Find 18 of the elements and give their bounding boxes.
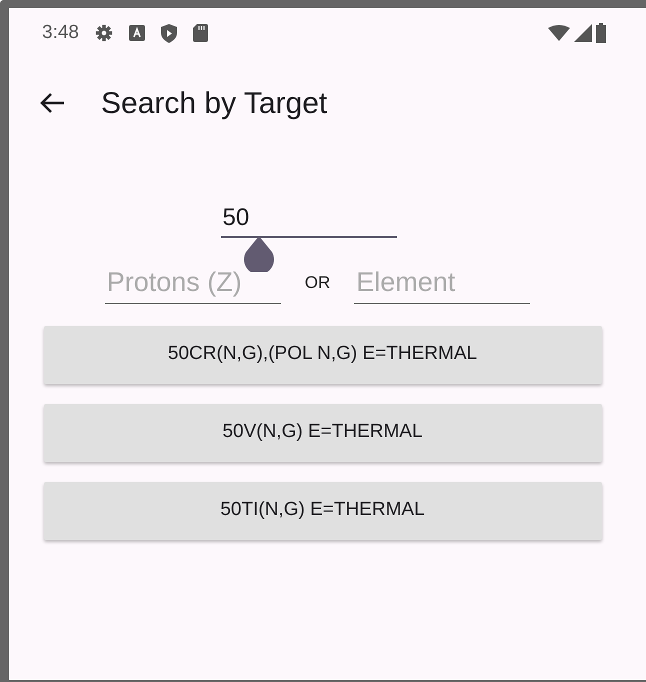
- wifi-icon: [548, 25, 570, 41]
- element-field[interactable]: Element: [354, 262, 530, 304]
- battery-icon: [596, 23, 606, 43]
- or-label: OR: [304, 272, 330, 294]
- sd-card-icon: [192, 24, 208, 42]
- letter-square-icon: [128, 25, 145, 41]
- screen-title: Search by Target: [101, 86, 328, 122]
- result-button[interactable]: 50TI(N,G) E=THERMAL: [44, 482, 602, 540]
- signal-icon: [574, 24, 592, 42]
- status-time: 3:48: [42, 20, 79, 45]
- text-cursor-handle-icon: [242, 236, 276, 272]
- result-button[interactable]: 50V(N,G) E=THERMAL: [44, 404, 602, 462]
- mass-number-field[interactable]: 50: [220, 200, 396, 238]
- shield-play-icon: [160, 24, 177, 42]
- protons-field[interactable]: Protons (Z): [104, 262, 281, 304]
- gear-icon: [94, 24, 113, 42]
- back-arrow-icon[interactable]: [39, 92, 65, 114]
- result-button[interactable]: 50CR(N,G),(POL N,G) E=THERMAL: [44, 326, 602, 384]
